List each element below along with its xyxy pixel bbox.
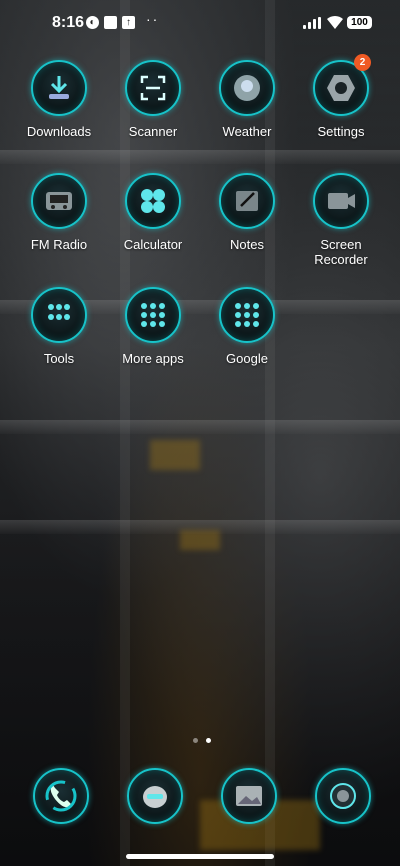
app-google[interactable]: Google [200,287,294,366]
phone-icon [45,780,77,812]
app-label: Weather [222,124,272,139]
calculator-icon [125,173,181,229]
status-bar: 8:16 ◐ ↑ ·· 100 [0,0,400,44]
photo-icon [104,16,117,29]
tools-folder-icon [31,287,87,343]
app-tools[interactable]: Tools [12,287,106,366]
notification-badge: 2 [354,54,371,71]
scanner-icon [125,60,181,116]
app-notes[interactable]: Notes [200,173,294,252]
app-label: Downloads [26,124,92,139]
wifi-icon [327,15,343,29]
app-scanner[interactable]: Scanner [106,60,200,139]
app-label: More apps [122,351,184,366]
app-downloads[interactable]: Downloads [12,60,106,139]
messages-icon [139,780,171,812]
status-time: 8:16 [52,14,85,31]
notes-icon [219,173,275,229]
more-notifications-icon: ·· [146,11,160,27]
page-dot[interactable] [193,738,198,743]
app-label: Settings [317,124,365,139]
app-more-apps[interactable]: More apps [106,287,200,366]
page-dot-active[interactable] [206,738,211,743]
google-folder-icon [219,287,275,343]
radio-icon [31,173,87,229]
app-settings[interactable]: 2 Settings [294,54,388,139]
upload-icon: ↑ [122,16,135,29]
app-weather[interactable]: Weather [200,60,294,139]
dock-camera-button[interactable] [315,768,371,824]
download-icon [31,60,87,116]
gallery-icon [233,782,265,810]
camera-icon [326,779,360,813]
app-label: Calculator [123,237,183,252]
video-camera-icon [313,173,369,229]
dock-gallery-button[interactable] [221,768,277,824]
app-calculator[interactable]: Calculator [106,173,200,252]
dock-messages-button[interactable] [127,768,183,824]
more-apps-folder-icon [125,287,181,343]
app-label: Google [226,351,268,366]
app-label: Screen Recorder [314,237,368,267]
weather-icon [219,60,275,116]
battery-indicator: 100 [347,16,372,29]
app-label: Tools [43,351,75,366]
home-indicator[interactable] [126,854,274,859]
assistant-icon: ◐ [86,16,99,29]
app-fm-radio[interactable]: FM Radio [12,173,106,252]
app-screen-recorder[interactable]: Screen Recorder [294,173,388,267]
app-label: FM Radio [30,237,88,252]
gear-icon: 2 [313,54,371,116]
app-label: Scanner [128,124,178,139]
app-label: Notes [230,237,264,252]
dock-phone-button[interactable] [33,768,89,824]
cell-signal-icon [303,17,323,29]
page-indicator [189,730,215,748]
